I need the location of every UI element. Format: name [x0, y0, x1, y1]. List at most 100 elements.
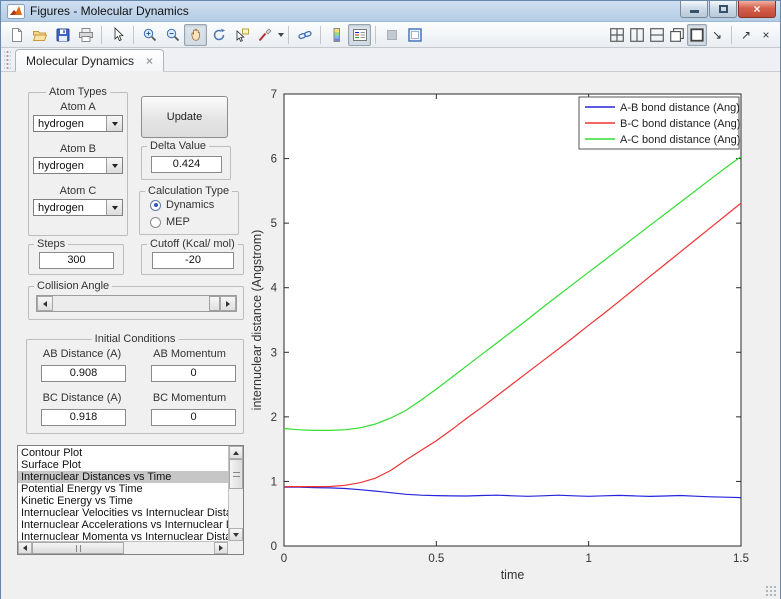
cutoff-field[interactable]: -20 — [152, 252, 234, 269]
collision-angle-slider[interactable] — [36, 295, 237, 312]
zoom-in-icon[interactable] — [138, 24, 161, 46]
insert-legend-icon[interactable] — [348, 23, 371, 46]
minimize-button[interactable] — [680, 1, 708, 18]
scroll-right-icon[interactable] — [214, 542, 228, 554]
dynamics-radio[interactable]: Dynamics — [150, 199, 214, 211]
print-figure-icon[interactable] — [74, 24, 97, 46]
bc-momentum-field[interactable]: 0 — [151, 409, 236, 426]
mep-radio-label: MEP — [166, 216, 190, 228]
axes-box — [283, 93, 742, 547]
delta-value-field[interactable]: 0.424 — [151, 156, 222, 173]
single-tab-icon[interactable] — [687, 23, 707, 46]
expand-figure-icon[interactable] — [403, 24, 426, 46]
listbox-items: Contour Plot Surface Plot Internuclear Dis… — [18, 446, 228, 541]
steps-field[interactable]: 300 — [39, 252, 114, 269]
cutoff-group: Cutoff (Kcal/ mol) -20 — [141, 238, 244, 275]
close-all-icon[interactable]: × — [756, 24, 776, 46]
data-cursor-icon[interactable] — [230, 24, 253, 46]
scroll-up-icon[interactable] — [229, 446, 243, 459]
matlab-figure-icon — [7, 3, 25, 19]
figures-window: Figures - Molecular Dynamics × ↘ ↗ × Mol… — [0, 0, 781, 599]
initial-conditions-group: Initial Conditions AB Distance (A) AB Mo… — [26, 333, 244, 434]
atom-a-label: Atom A — [60, 101, 96, 113]
undock-arrow-icon[interactable]: ↗ — [736, 24, 756, 46]
steps-title: Steps — [34, 238, 69, 250]
new-figure-icon[interactable] — [5, 24, 28, 46]
brush-dropdown-icon[interactable] — [278, 32, 284, 37]
brush-data-icon[interactable] — [253, 24, 276, 46]
toolbar-separator — [731, 25, 732, 44]
atom-c-label: Atom C — [59, 185, 97, 197]
atom-c-dropdown[interactable]: hydrogen — [33, 199, 123, 216]
listbox-item[interactable]: Surface Plot — [18, 459, 228, 471]
toolbar-separator — [133, 25, 134, 44]
update-button[interactable]: Update — [141, 96, 228, 138]
slider-track[interactable] — [53, 296, 209, 311]
listbox-item[interactable]: Internuclear Distances vs Time — [18, 471, 228, 483]
atom-b-dropdown[interactable]: hydrogen — [33, 157, 123, 174]
zoom-out-icon[interactable] — [161, 24, 184, 46]
listbox-hscrollbar[interactable] — [18, 541, 228, 554]
slider-left-arrow-icon[interactable] — [37, 296, 53, 311]
hscroll-thumb[interactable] — [32, 542, 124, 554]
tab-drag-handle[interactable] — [4, 50, 11, 70]
slider-thumb[interactable] — [209, 296, 220, 311]
tile-grid-icon[interactable] — [607, 24, 627, 46]
tab-close-icon[interactable]: × — [146, 54, 153, 68]
link-plots-icon[interactable] — [293, 24, 316, 46]
chevron-down-icon[interactable] — [106, 200, 122, 215]
pointer-icon[interactable] — [106, 24, 129, 46]
legend-entry-label: A-B bond distance (Ang) — [620, 102, 740, 114]
y-axis-label: internuclear distance (Angstrom) — [250, 230, 264, 411]
tab-molecular-dynamics[interactable]: Molecular Dynamics × — [15, 49, 165, 72]
bc-distance-field[interactable]: 0.918 — [41, 409, 126, 426]
square-disabled-icon — [380, 24, 403, 46]
tab-label: Molecular Dynamics — [26, 53, 135, 68]
listbox-item[interactable]: Contour Plot — [18, 447, 228, 459]
listbox-item[interactable]: Internuclear Accelerations vs Internucle… — [18, 519, 228, 531]
ab-momentum-field[interactable]: 0 — [151, 365, 236, 382]
bc-distance-label: BC Distance (A) — [42, 392, 122, 404]
bc-momentum-label: BC Momentum — [152, 392, 227, 404]
atom-types-title: Atom Types — [46, 86, 110, 98]
mep-radio[interactable]: MEP — [150, 216, 190, 228]
insert-colorbar-icon[interactable] — [325, 24, 348, 46]
legend-entry-label: B-C bond distance (Ang) — [620, 118, 740, 130]
pan-icon[interactable] — [184, 23, 207, 46]
x-tick-label: 1.5 — [733, 553, 749, 565]
calculation-type-group: Calculation Type Dynamics MEP — [139, 185, 239, 235]
float-windows-icon[interactable] — [667, 24, 687, 46]
ab-distance-field[interactable]: 0.908 — [41, 365, 126, 382]
atom-a-value: hydrogen — [38, 117, 84, 130]
titlebar[interactable]: Figures - Molecular Dynamics × — [1, 1, 780, 22]
save-figure-icon[interactable] — [51, 24, 74, 46]
scroll-left-icon[interactable] — [18, 542, 32, 554]
collision-angle-group: Collision Angle — [28, 280, 244, 320]
listbox-item[interactable]: Potential Energy vs Time — [18, 483, 228, 495]
vscroll-thumb[interactable] — [229, 459, 243, 489]
tile-top-bottom-icon[interactable] — [647, 24, 667, 46]
slider-right-arrow-icon[interactable] — [220, 296, 236, 311]
dock-arrow-icon[interactable]: ↘ — [707, 24, 727, 46]
plot-legend[interactable]: A-B bond distance (Ang) B-C bond distance… — [578, 96, 740, 150]
listbox-item[interactable]: Kinetic Energy vs Time — [18, 495, 228, 507]
x-tick-label: 1 — [585, 553, 591, 565]
chevron-down-icon[interactable] — [106, 116, 122, 131]
listbox-item[interactable]: Internuclear Momenta vs Internuclear Dis… — [18, 531, 228, 541]
tile-left-right-icon[interactable] — [627, 24, 647, 46]
chevron-down-icon[interactable] — [106, 158, 122, 173]
toolbar-separator — [288, 25, 289, 44]
atom-a-dropdown[interactable]: hydrogen — [33, 115, 123, 132]
listbox-vscrollbar[interactable] — [228, 446, 243, 541]
open-file-icon[interactable] — [28, 24, 51, 46]
close-button[interactable]: × — [738, 1, 776, 18]
plot-type-listbox[interactable]: Contour Plot Surface Plot Internuclear Dis… — [17, 445, 244, 555]
ab-distance-label: AB Distance (A) — [42, 348, 122, 360]
scroll-down-icon[interactable] — [229, 528, 243, 541]
maximize-button[interactable] — [709, 1, 737, 18]
rotate-3d-icon[interactable] — [207, 24, 230, 46]
client-area: Atom Types Atom A hydrogen Atom B hydrog… — [1, 72, 780, 599]
resize-grip[interactable] — [765, 585, 777, 597]
listbox-item[interactable]: Internuclear Velocities vs Internuclear … — [18, 507, 228, 519]
plot-canvas[interactable]: 0 0.5 1 1.5 0 1 2 3 4 5 6 7 time internuclear distanc… — [249, 79, 781, 584]
